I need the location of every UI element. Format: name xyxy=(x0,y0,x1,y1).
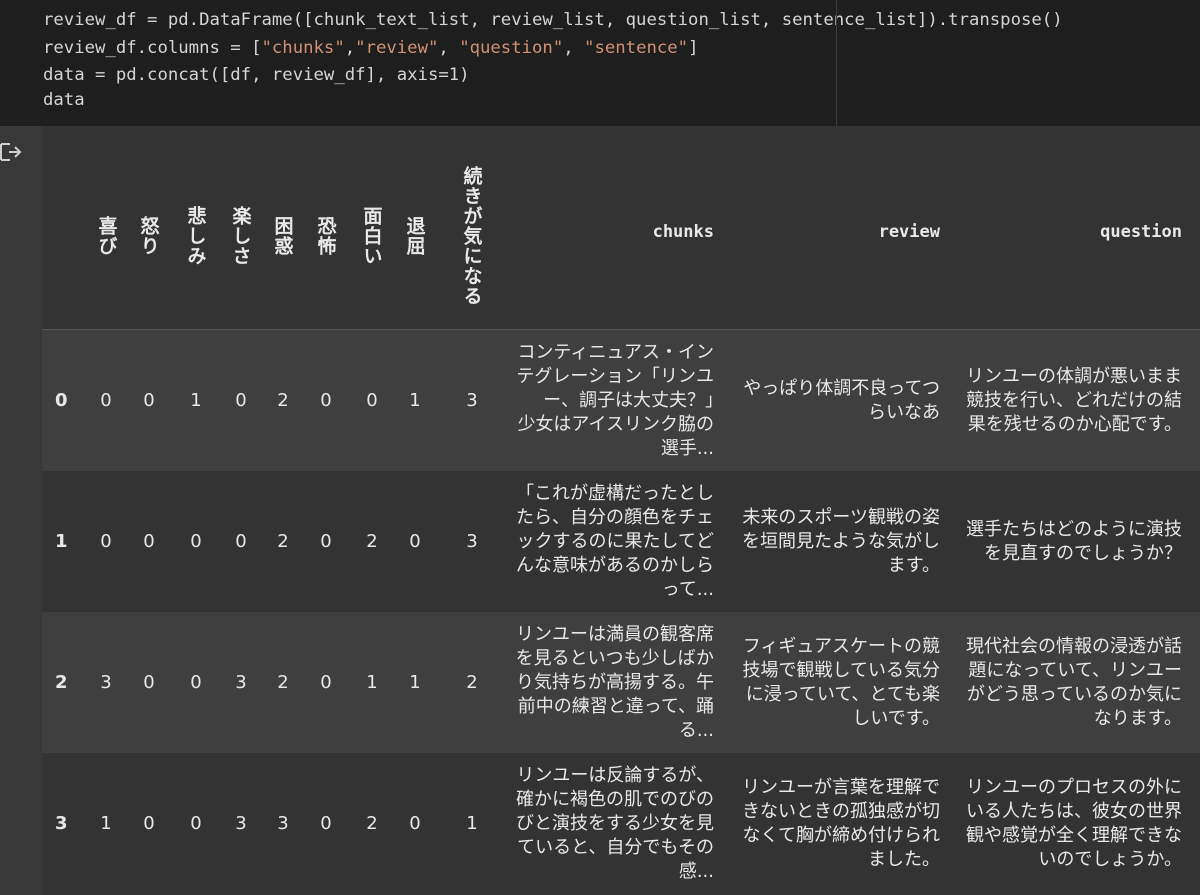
cell-value: 1 xyxy=(409,672,421,693)
table-header: 喜び 怒り 悲しみ 楽しさ 困惑 恐怖 面白い 退屈 続きが気になる chunk… xyxy=(42,126,1200,330)
cell-value: 0 xyxy=(320,531,332,552)
row-index: 1 xyxy=(55,531,68,552)
cell-chunks: リンユーは満員の観客席を見るといつも少しばかり気持ちが高揚する。午前中の練習と違… xyxy=(512,612,714,753)
cell-value: 2 xyxy=(366,531,378,552)
code-cell[interactable]: review_df = pd.DataFrame([chunk_text_lis… xyxy=(0,0,1200,126)
column-header-joy: 喜び xyxy=(95,216,118,256)
cell-question-text: リンユーのプロセスの外にいる人たちは、彼女の世界観や感覚が全く理解できないのでし… xyxy=(966,776,1182,870)
dataframe-table: 喜び 怒り 悲しみ 楽しさ 困惑 恐怖 面白い 退屈 続きが気になる chunk… xyxy=(42,126,1200,895)
cell-value: 3 xyxy=(100,672,112,693)
cell-value: 0 xyxy=(320,672,332,693)
code-line-3: data = pd.concat([df, review_df], axis=1… xyxy=(43,65,470,85)
cell-chunks: コンティニュアス・インテグレーション「リンユー、調子は大丈夫？」 少女はアイスリ… xyxy=(512,330,732,471)
column-header-anger: 怒り xyxy=(137,216,160,256)
cell-value: 1 xyxy=(366,672,378,693)
cell-chunks-text: リンユーは反論するが、確かに褐色の肌でのびのびと演技をする少女を見ていると、自分… xyxy=(516,764,714,882)
cell-chunks: 「これが虚構だったとしたら、自分の顔色をチェックするのに果たしてどんな意味がある… xyxy=(512,471,714,612)
cell-value: 0 xyxy=(235,390,247,411)
cell-review: フィギュアスケートの競技場で観戦している気分に浸っていて、とても楽しいです。 xyxy=(739,612,940,753)
column-header-interesting: 面白い xyxy=(360,206,383,266)
cell-value: 0 xyxy=(320,813,332,834)
cell-question: リンユーの体調が悪いまま競技を行い、どれだけの結果を残せるのか心配です。 xyxy=(962,330,1182,471)
cell-value: 2 xyxy=(277,672,289,693)
cell-value: 0 xyxy=(143,390,155,411)
cell-value: 0 xyxy=(409,531,421,552)
cell-question-text: 現代社会の情報の浸透が話題になっていて、リンユーがどう思っているのか気になります… xyxy=(966,635,1182,729)
code-line-4: data xyxy=(43,90,85,110)
output-redirect-icon[interactable] xyxy=(0,142,22,162)
cell-value: 2 xyxy=(466,672,478,693)
cell-value: 0 xyxy=(190,813,202,834)
column-header-fun: 楽しさ xyxy=(229,206,252,266)
cell-value: 2 xyxy=(277,531,289,552)
cell-question: 現代社会の情報の浸透が話題になっていて、リンユーがどう思っているのか気になります… xyxy=(962,612,1182,753)
cell-review: やっぱり体調不良ってつらいなあ xyxy=(739,330,940,471)
cell-value: 0 xyxy=(190,672,202,693)
cell-question-text: リンユーの体調が悪いまま競技を行い、どれだけの結果を残せるのか心配です。 xyxy=(966,365,1182,435)
cell-value: 0 xyxy=(100,531,112,552)
code-line-1: review_df = pd.DataFrame([chunk_text_lis… xyxy=(43,10,1063,30)
row-index: 0 xyxy=(55,390,68,411)
column-header-boring: 退屈 xyxy=(403,216,426,256)
column-header-question: question xyxy=(1100,222,1182,242)
column-header-chunks: chunks xyxy=(652,222,714,242)
cell-value: 3 xyxy=(235,813,247,834)
cell-review-text: フィギュアスケートの競技場で観戦している気分に浸っていて、とても楽しいです。 xyxy=(742,635,940,729)
column-header-fear: 恐怖 xyxy=(314,216,337,256)
cell-review: リンユーが言葉を理解できないときの孤独感が切なくて胸が締め付けられました。 xyxy=(739,753,940,894)
code-line-2: review_df.columns = ["chunks","review", … xyxy=(43,38,699,58)
cell-value: 0 xyxy=(100,390,112,411)
cell-value: 1 xyxy=(466,813,478,834)
table-row: 1 0 0 0 0 2 0 2 0 3 「これが虚構だったとしたら、自分の顔色をチェックするのに果た… xyxy=(42,471,1200,612)
cell-value: 0 xyxy=(143,813,155,834)
cell-question: リンユーのプロセスの外にいる人たちは、彼女の世界観や感覚が全く理解できないのでし… xyxy=(962,753,1182,894)
cell-review: 未来のスポーツ観戦の姿を垣間見たような気がします。 xyxy=(739,471,940,612)
cell-value: 0 xyxy=(409,813,421,834)
cell-review-text: やっぱり体調不良ってつらいなあ xyxy=(743,377,940,423)
column-header-confusion: 困惑 xyxy=(271,216,294,256)
table-row: 3 1 0 0 3 3 0 2 0 1 リンユーは反論するが、確かに褐色の肌でのびのびと演技をする少… xyxy=(42,753,1200,894)
code-cell-ruler xyxy=(836,0,837,126)
cell-question: 選手たちはどのように演技を見直すのでしょうか？ xyxy=(962,471,1182,612)
cell-review-text: リンユーが言葉を理解できないときの孤独感が切なくて胸が締め付けられました。 xyxy=(742,776,940,870)
cell-value: 3 xyxy=(235,672,247,693)
cell-review-text: 未来のスポーツ観戦の姿を垣間見たような気がします。 xyxy=(742,506,940,576)
cell-value: 2 xyxy=(366,813,378,834)
column-header-review: review xyxy=(878,222,940,242)
cell-chunks-text: 「これが虚構だったとしたら、自分の顔色をチェックするのに果たしてどんな意味がある… xyxy=(516,482,714,600)
row-index: 2 xyxy=(55,672,68,693)
cell-value: 0 xyxy=(143,531,155,552)
column-header-sadness: 悲しみ xyxy=(184,206,207,266)
cell-chunks-text: コンティニュアス・インテグレーション「リンユー、調子は大丈夫？」 少女はアイスリ… xyxy=(516,341,732,459)
table-row: 0 0 0 1 0 2 0 0 1 3 コンティニュアス・インテグレーション「リンユー、調子は大丈夫… xyxy=(42,330,1200,471)
cell-chunks-text: リンユーは満員の観客席を見るといつも少しばかり気持ちが高揚する。午前中の練習と違… xyxy=(515,623,714,741)
notebook-view: review_df = pd.DataFrame([chunk_text_lis… xyxy=(0,0,1200,895)
cell-value: 0 xyxy=(366,390,378,411)
cell-value: 0 xyxy=(143,672,155,693)
cell-value: 1 xyxy=(190,390,202,411)
cell-value: 2 xyxy=(277,390,289,411)
cell-value: 1 xyxy=(100,813,112,834)
cell-value: 0 xyxy=(235,531,247,552)
table-row: 2 3 0 0 3 2 0 1 1 2 リンユーは満員の観客席を見るといつも少しばかり気持ちが高揚す… xyxy=(42,612,1200,753)
column-header-want-more: 続きが気になる xyxy=(460,166,483,306)
cell-value: 1 xyxy=(409,390,421,411)
cell-question-text: 選手たちはどのように演技を見直すのでしょうか？ xyxy=(966,518,1182,564)
cell-chunks: リンユーは反論するが、確かに褐色の肌でのびのびと演技をする少女を見ていると、自分… xyxy=(512,753,714,894)
cell-value: 3 xyxy=(277,813,289,834)
cell-value: 3 xyxy=(466,390,478,411)
cell-value: 3 xyxy=(466,531,478,552)
cell-value: 0 xyxy=(320,390,332,411)
cell-value: 0 xyxy=(190,531,202,552)
row-index: 3 xyxy=(55,813,68,834)
